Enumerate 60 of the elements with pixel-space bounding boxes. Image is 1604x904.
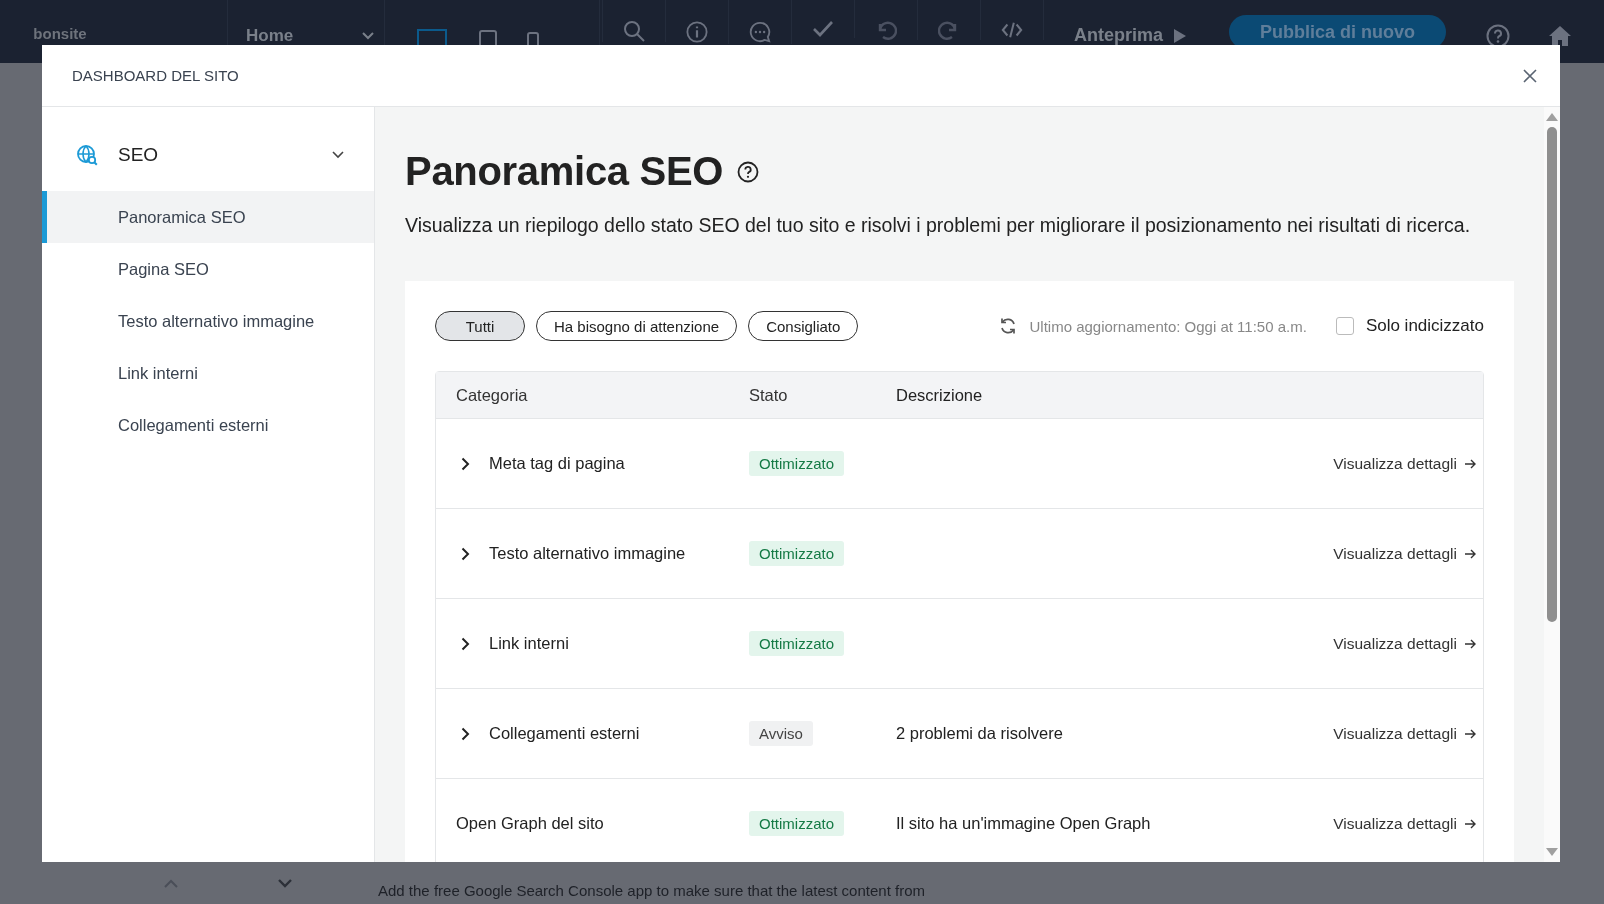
chevron-icon: [332, 151, 344, 159]
home-icon[interactable]: [1548, 24, 1572, 47]
sidebar-item[interactable]: Link interni: [42, 347, 374, 399]
chevron-right-icon[interactable]: [461, 636, 470, 651]
arrow-right-icon: [1465, 818, 1477, 829]
details-link[interactable]: Visualizza dettagli: [1333, 724, 1477, 743]
checkbox[interactable]: [1335, 317, 1354, 335]
description-cell: Il sito ha un'immagine Open Graph: [896, 814, 1151, 832]
dialog-title: DASHBOARD DEL SITO: [72, 67, 239, 84]
page-heading: Panoramica SEO: [405, 149, 724, 194]
status-badge: Ottimizzato: [749, 541, 844, 566]
globe-search-icon: [76, 144, 98, 166]
status-badge: Ottimizzato: [749, 811, 844, 836]
scroll-up-icon[interactable]: [1546, 113, 1558, 121]
search-icon[interactable]: [602, 0, 666, 42]
category-cell: Link interni: [489, 634, 569, 653]
details-link[interactable]: Visualizza dettagli: [1333, 634, 1477, 653]
column-header: Categoria: [456, 385, 529, 405]
last-update-text: Ultimo aggiornamento: Oggi at 11:50 a.m.: [1029, 317, 1307, 335]
background-text: Add the free Google Search Console app to make sure that the latest content from: [378, 881, 925, 899]
scroll-down-icon[interactable]: [1546, 848, 1558, 856]
filter-chip[interactable]: Consigliato: [748, 311, 859, 341]
sidebar-item[interactable]: Collegamenti esterni: [42, 399, 374, 451]
column-header: Stato: [749, 385, 789, 405]
refresh-icon[interactable]: [998, 317, 1017, 335]
page-description: Visualizza un riepilogo dello stato SEO del tuo sito e risolvi i problemi per migliorare il posizionamento nei risultati di ricerca.: [405, 214, 1472, 237]
details-link[interactable]: Visualizza dettagli: [1333, 544, 1477, 563]
checkbox-label: Solo indicizzato: [1365, 316, 1484, 336]
status-badge: Ottimizzato: [749, 451, 844, 476]
help-icon[interactable]: [737, 160, 760, 183]
filter-chip[interactable]: Tutti: [435, 311, 525, 341]
arrow-right-icon: [1465, 458, 1477, 469]
seo-section-header[interactable]: SEO: [42, 135, 374, 175]
sidebar-item[interactable]: Pagina SEO: [42, 243, 374, 295]
category-cell: Open Graph del sito: [456, 814, 604, 833]
help-icon[interactable]: [1486, 23, 1510, 48]
close-icon[interactable]: [1523, 68, 1537, 83]
status-badge: Avviso: [749, 721, 813, 746]
scrollbar[interactable]: [1544, 107, 1560, 862]
chevron-down-icon[interactable]: [278, 878, 292, 888]
filter-chip[interactable]: Ha bisogno di attenzione: [536, 311, 738, 341]
sidebar-item[interactable]: Panoramica SEO: [42, 191, 374, 243]
description-cell: 2 problemi da risolvere: [896, 724, 1063, 742]
chevron-right-icon[interactable]: [461, 456, 470, 471]
category-cell: Collegamenti esterni: [489, 724, 640, 743]
preview-button[interactable]: Anteprima: [1044, 17, 1207, 46]
chevron-down-icon: [362, 31, 374, 40]
details-link[interactable]: Visualizza dettagli: [1333, 454, 1477, 473]
category-cell: Testo alternativo immagine: [489, 544, 686, 563]
play-icon: [1173, 27, 1187, 44]
chevron-right-icon[interactable]: [461, 726, 470, 741]
arrow-right-icon: [1465, 548, 1477, 559]
category-cell: Meta tag di pagina: [489, 454, 625, 473]
arrow-right-icon: [1465, 638, 1477, 649]
status-badge: Ottimizzato: [749, 631, 844, 656]
column-header: Descrizione: [896, 385, 984, 405]
arrow-right-icon: [1465, 728, 1477, 739]
chevron-right-icon[interactable]: [461, 546, 470, 561]
details-link[interactable]: Visualizza dettagli: [1333, 814, 1477, 833]
sidebar-item[interactable]: Testo alternativo immagine: [42, 295, 374, 347]
